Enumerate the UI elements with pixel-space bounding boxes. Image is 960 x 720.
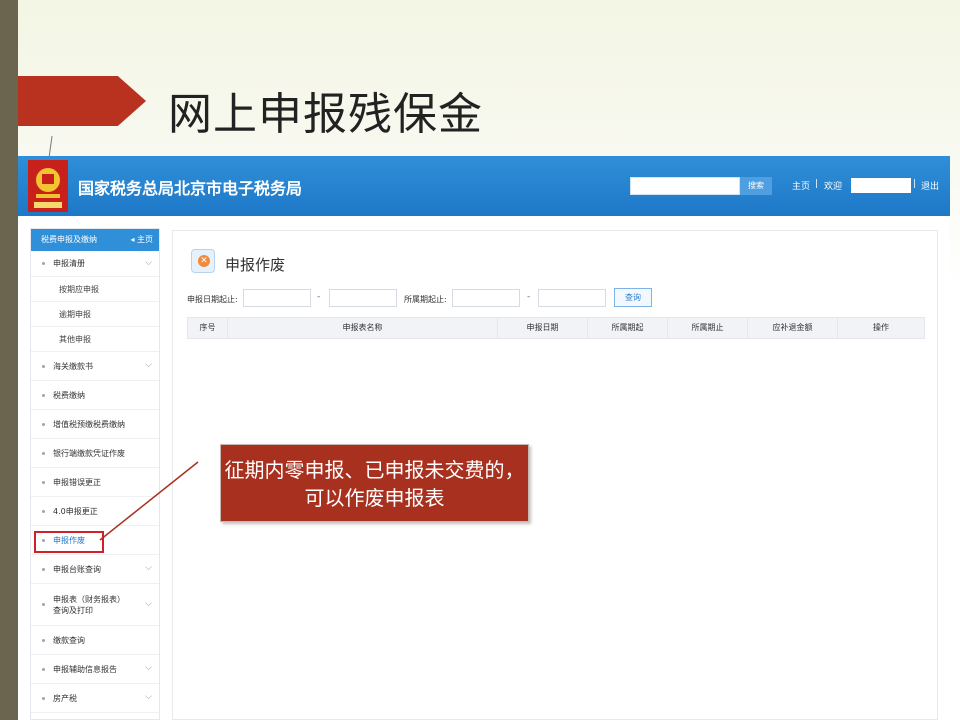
callout-pointer-line: [99, 461, 199, 541]
annotation-callout: 征期内零申报、已申报未交费的，可以作废申报表: [220, 444, 529, 522]
